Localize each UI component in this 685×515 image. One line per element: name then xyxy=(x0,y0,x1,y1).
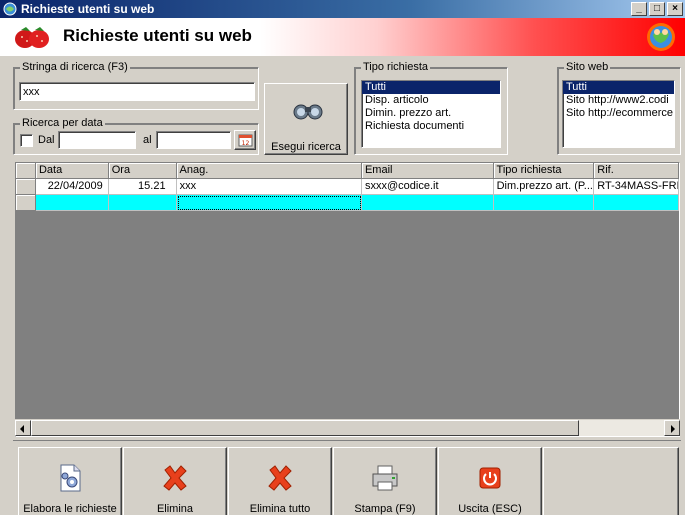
request-type-item[interactable]: Disp. articolo xyxy=(362,94,500,107)
date-from-label: Dal xyxy=(38,134,55,146)
delete-button[interactable]: Elimina xyxy=(123,447,227,515)
cell-data[interactable]: 22/04/2009 xyxy=(35,179,109,195)
new-row[interactable] xyxy=(16,195,679,211)
delete-all-button[interactable]: Elimina tutto xyxy=(228,447,332,515)
red-x-icon xyxy=(163,465,187,491)
column-header-ora[interactable]: Ora xyxy=(108,163,177,179)
toolbar-spacer xyxy=(543,447,679,515)
strawberry-logo-icon xyxy=(15,27,49,48)
svg-text:12: 12 xyxy=(242,140,250,147)
cell-tipo-richiesta[interactable] xyxy=(493,195,595,211)
website-legend: Sito web xyxy=(564,61,611,73)
website-list[interactable]: Tutti Sito http://www2.codi Sito http://… xyxy=(562,80,675,148)
request-type-item[interactable]: Dimin. prezzo art. xyxy=(362,107,500,120)
exit-button[interactable]: Uscita (ESC) xyxy=(438,447,542,515)
delete-label: Elimina xyxy=(156,503,194,515)
cell-ora[interactable]: 15.21 xyxy=(108,179,177,195)
cell-email[interactable]: sxxx@codice.it xyxy=(362,179,494,195)
calendar-icon: 12 xyxy=(238,134,253,147)
title-bar: Richieste utenti su web _ □ × xyxy=(0,0,685,18)
date-to-input[interactable] xyxy=(156,131,231,149)
search-button-label: Esegui ricerca xyxy=(271,141,341,153)
cell-email[interactable] xyxy=(361,195,494,211)
cell-ora[interactable] xyxy=(108,195,177,211)
exit-label: Uscita (ESC) xyxy=(458,503,522,515)
header-banner: Richieste utenti su web xyxy=(0,18,685,56)
website-item[interactable]: Tutti xyxy=(563,81,674,94)
search-legend: Stringa di ricerca (F3) xyxy=(20,61,130,73)
row-indicator[interactable] xyxy=(16,179,36,195)
request-type-list[interactable]: Tutti Disp. articolo Dimin. prezzo art. … xyxy=(361,80,501,148)
website-item[interactable]: Sito http://www2.codi xyxy=(563,94,674,107)
column-header-email[interactable]: Email xyxy=(361,163,494,179)
delete-all-label: Elimina tutto xyxy=(249,503,311,515)
column-header-data[interactable]: Data xyxy=(35,163,109,179)
column-header-rif[interactable]: Rif. xyxy=(594,163,679,179)
red-x-icon xyxy=(268,465,292,491)
arrow-right-icon xyxy=(671,425,675,433)
power-icon xyxy=(479,467,501,489)
date-to-label: al xyxy=(143,134,152,146)
scroll-thumb[interactable] xyxy=(31,420,579,436)
website-item[interactable]: Sito http://ecommerce xyxy=(563,107,674,120)
maximize-button[interactable]: □ xyxy=(649,2,665,16)
document-gear-icon xyxy=(60,464,81,492)
row-indicator[interactable] xyxy=(16,195,36,211)
column-header-tipo-richiesta[interactable]: Tipo richiesta xyxy=(493,163,595,179)
cell-anag-focused[interactable] xyxy=(176,195,362,211)
close-button[interactable]: × xyxy=(667,2,683,16)
scroll-left-button[interactable] xyxy=(15,420,31,436)
date-filter-legend: Ricerca per data xyxy=(20,117,105,129)
date-from-input[interactable] xyxy=(58,131,136,149)
arrow-left-icon xyxy=(20,425,24,433)
requests-grid[interactable]: Data Ora Anag. Email Tipo richiesta Rif.… xyxy=(15,162,680,437)
column-header-anag[interactable]: Anag. xyxy=(176,163,362,179)
binoculars-icon xyxy=(293,104,323,120)
grid-corner xyxy=(16,163,36,179)
request-type-item[interactable]: Richiesta documenti xyxy=(362,120,500,133)
grid-header: Data Ora Anag. Email Tipo richiesta Rif. xyxy=(16,163,679,179)
window-title: Richieste utenti su web xyxy=(21,2,155,16)
bottom-toolbar: Elabora le richieste Elimina Elimina tut… xyxy=(13,440,681,515)
table-row[interactable]: 22/04/2009 15.21 xxx sxxx@codice.it Dim.… xyxy=(16,179,679,195)
request-type-legend: Tipo richiesta xyxy=(361,61,431,73)
horizontal-scrollbar[interactable] xyxy=(15,419,680,436)
page-title: Richieste utenti su web xyxy=(63,26,252,45)
process-requests-button[interactable]: Elabora le richieste xyxy=(18,447,122,515)
minimize-button[interactable]: _ xyxy=(631,2,647,16)
cell-anag[interactable]: xxx xyxy=(176,179,362,195)
request-type-item[interactable]: Tutti xyxy=(362,81,500,94)
users-globe-icon xyxy=(647,23,675,51)
search-input[interactable] xyxy=(19,82,255,101)
cell-data[interactable] xyxy=(35,195,109,211)
cell-rif[interactable]: RT-34MASS-FRI xyxy=(594,179,679,195)
printer-icon xyxy=(372,465,398,491)
print-label: Stampa (F9) xyxy=(354,503,416,515)
process-requests-label: Elabora le richieste xyxy=(23,503,117,515)
print-button[interactable]: Stampa (F9) xyxy=(333,447,437,515)
search-button[interactable]: Esegui ricerca xyxy=(264,83,348,155)
calendar-button[interactable]: 12 xyxy=(234,130,256,150)
scroll-right-button[interactable] xyxy=(664,420,680,436)
date-filter-checkbox[interactable] xyxy=(20,134,33,147)
app-icon xyxy=(3,2,17,16)
cell-rif[interactable] xyxy=(594,195,679,211)
cell-tipo-richiesta[interactable]: Dim.prezzo art. (P... xyxy=(493,179,595,195)
left-strip xyxy=(0,56,9,515)
